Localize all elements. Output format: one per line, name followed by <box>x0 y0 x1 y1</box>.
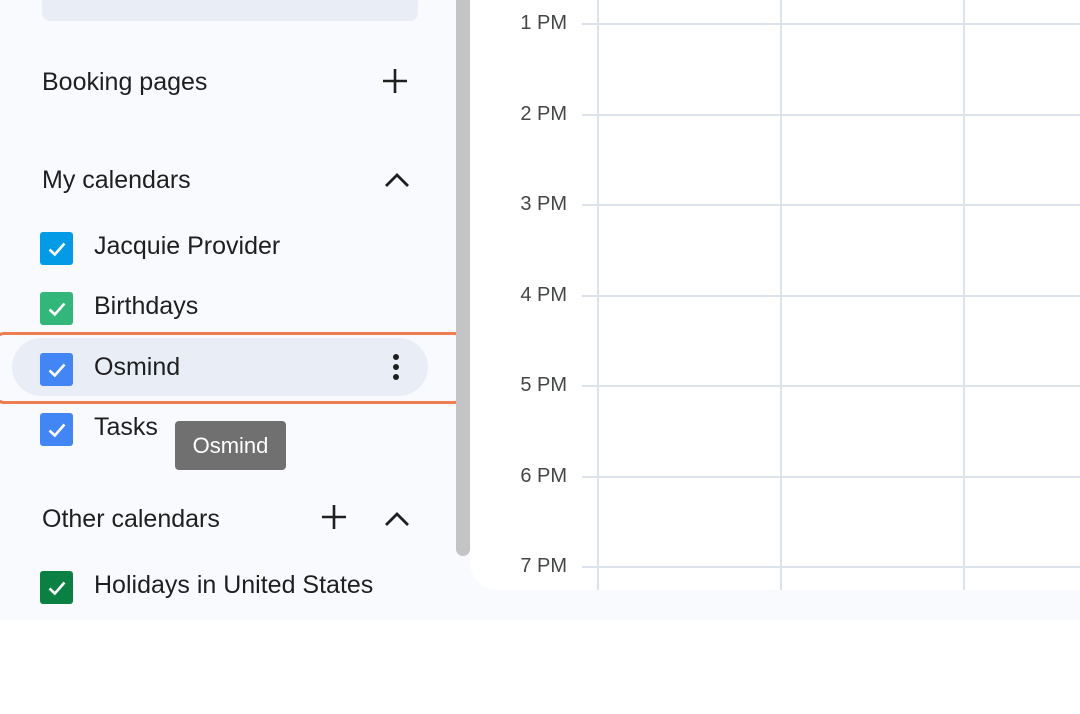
add-booking-page-button[interactable] <box>375 61 415 101</box>
hour-label: 3 PM <box>520 193 567 215</box>
other-calendars-title: Other calendars <box>42 505 220 533</box>
calendar-item-birthdays[interactable]: Birthdays <box>12 277 428 335</box>
calendar-label: Holidays in United States <box>94 571 374 599</box>
my-calendars-title: My calendars <box>42 166 191 194</box>
collapse-other-calendars-button[interactable] <box>377 499 417 539</box>
hour-gridline <box>582 114 1080 116</box>
search-people-box[interactable] <box>42 0 418 21</box>
hour-label: 4 PM <box>520 284 567 306</box>
check-icon <box>48 242 65 256</box>
calendar-app: Booking pages My calendars Jacquie Provi… <box>0 0 1080 620</box>
hour-gridline <box>582 476 1080 478</box>
calendar-checkbox[interactable] <box>40 353 73 386</box>
hour-label: 2 PM <box>520 103 567 125</box>
calendar-label: Osmind <box>94 353 181 381</box>
more-vert-icon <box>393 354 399 380</box>
chevron-up-icon <box>385 512 409 526</box>
hour-label: 6 PM <box>520 465 567 487</box>
calendar-item-holidays[interactable]: Holidays in United States <box>12 556 428 614</box>
calendar-grid: 1 PM 2 PM 3 PM 4 PM 5 PM 6 PM 7 PM <box>470 0 1080 590</box>
chevron-up-icon <box>385 173 409 187</box>
check-icon <box>48 363 65 377</box>
booking-pages-title: Booking pages <box>42 68 208 96</box>
calendar-label: Jacquie Provider <box>94 232 281 260</box>
hour-gridline <box>582 204 1080 206</box>
plus-icon <box>322 505 346 529</box>
calendar-label: Birthdays <box>94 292 199 320</box>
check-icon <box>48 423 65 437</box>
check-icon <box>48 581 65 595</box>
hour-label: 5 PM <box>520 374 567 396</box>
hour-gridline <box>582 385 1080 387</box>
tooltip: Osmind <box>175 421 286 470</box>
hour-label: 1 PM <box>520 12 567 34</box>
calendar-checkbox[interactable] <box>40 292 73 325</box>
calendar-options-button[interactable] <box>376 347 416 387</box>
hour-label: 7 PM <box>520 555 567 577</box>
hour-gridline <box>582 566 1080 568</box>
hour-gridline <box>582 295 1080 297</box>
check-icon <box>48 302 65 316</box>
collapse-my-calendars-button[interactable] <box>377 160 417 200</box>
calendar-checkbox[interactable] <box>40 232 73 265</box>
calendar-item-jacquie-provider[interactable]: Jacquie Provider <box>12 217 428 275</box>
calendar-checkbox[interactable] <box>40 413 73 446</box>
calendar-checkbox[interactable] <box>40 571 73 604</box>
sidebar-scrollbar[interactable] <box>456 0 470 556</box>
add-other-calendar-button[interactable] <box>314 497 354 537</box>
hour-gridline <box>582 23 1080 25</box>
calendar-item-osmind[interactable]: Osmind <box>12 338 428 396</box>
plus-icon <box>383 69 407 93</box>
calendar-label: Tasks <box>94 413 158 441</box>
sidebar: Booking pages My calendars Jacquie Provi… <box>0 0 464 620</box>
